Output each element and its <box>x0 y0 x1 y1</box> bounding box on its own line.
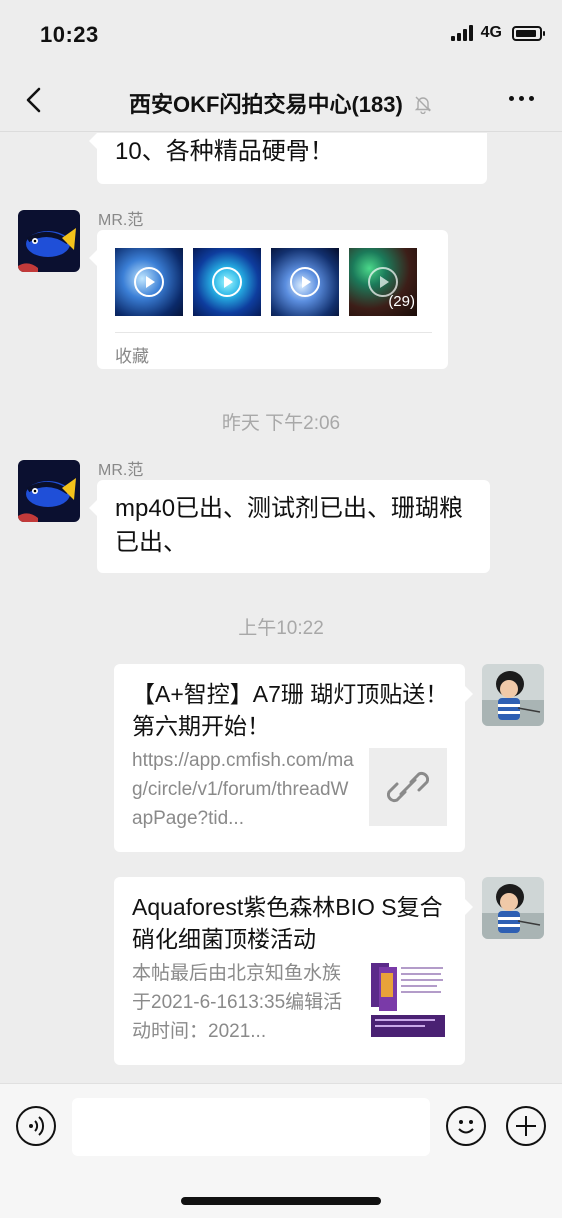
play-icon <box>290 267 320 297</box>
avatar-self[interactable] <box>482 877 544 939</box>
message-bubble[interactable]: mp40已出、测试剂已出、珊瑚粮已出、 <box>89 480 490 573</box>
video-thumbnail[interactable] <box>271 248 339 316</box>
avatar-mr-fan[interactable] <box>18 460 80 522</box>
timestamp: 上午10:22 <box>238 618 324 639</box>
favorites-card[interactable]: (29) 收藏 <box>89 230 448 369</box>
link-icon <box>386 771 430 803</box>
bell-slash-icon <box>414 96 432 114</box>
favorites-label: 收藏 <box>115 347 149 366</box>
status-time: 10:23 <box>40 22 99 47</box>
link-thumbnail <box>369 748 447 826</box>
network-label: 4G <box>480 24 502 41</box>
avatar-mr-fan[interactable] <box>18 210 80 272</box>
home-indicator <box>181 1197 381 1205</box>
chat-title[interactable]: 西安OKF闪拍交易中心(183) <box>0 87 562 119</box>
link-description: 本帖最后由北京知鱼水族于2021-6-1613:35编辑活动时间：2021... <box>132 963 343 1042</box>
sender-name: MR.范 <box>98 462 144 479</box>
timestamp: 昨天 下午2:06 <box>221 413 341 434</box>
battery-icon <box>512 25 545 41</box>
voice-icon[interactable] <box>16 1106 56 1146</box>
sender-name: MR.范 <box>98 212 144 229</box>
more-dots-icon[interactable] <box>509 96 534 101</box>
status-indicators: 4G <box>450 24 545 42</box>
message-text: 10、各种精品硬骨！ <box>115 138 334 165</box>
video-count: (29) <box>388 293 415 310</box>
plus-icon[interactable] <box>506 1106 546 1146</box>
avatar-self[interactable] <box>482 664 544 726</box>
nav-bar: 西安OKF闪拍交易中心(183) <box>0 68 562 132</box>
link-thumbnail <box>369 961 447 1039</box>
divider <box>115 332 432 333</box>
message-text: mp40已出、测试剂已出、珊瑚粮已出、 <box>115 495 464 556</box>
video-thumbnail[interactable] <box>193 248 261 316</box>
emoji-icon[interactable] <box>446 1106 486 1146</box>
link-title: Aquaforest紫色森林BIO S复合硝化细菌顶楼活动 <box>132 894 443 952</box>
video-thumbnail[interactable]: (29) <box>349 248 417 316</box>
link-card[interactable]: 【A+智控】A7珊 瑚灯顶贴送！第六期开始！ https://app.cmfis… <box>114 664 473 852</box>
message-bubble-partial[interactable]: 10、各种精品硬骨！ <box>89 133 487 184</box>
play-icon <box>212 267 242 297</box>
chat-area[interactable]: 10、各种精品硬骨！ MR.范 (29) 收藏 昨天 下午2:06 MR.范 m… <box>0 133 562 1083</box>
chat-title-text: 西安OKF闪拍交易中心(183) <box>129 92 403 117</box>
video-thumbnails: (29) <box>115 248 417 316</box>
link-card[interactable]: Aquaforest紫色森林BIO S复合硝化细菌顶楼活动 本帖最后由北京知鱼水… <box>114 877 473 1065</box>
video-thumbnail[interactable] <box>115 248 183 316</box>
status-bar: 10:23 4G <box>0 0 562 68</box>
play-icon <box>134 267 164 297</box>
signal-icon <box>450 25 473 41</box>
link-title: 【A+智控】A7珊 瑚灯顶贴送！第六期开始！ <box>132 681 449 739</box>
message-input[interactable] <box>72 1098 430 1156</box>
product-image <box>371 963 445 1037</box>
link-description: https://app.cmfish.com/mag/circle/v1/for… <box>132 750 354 829</box>
